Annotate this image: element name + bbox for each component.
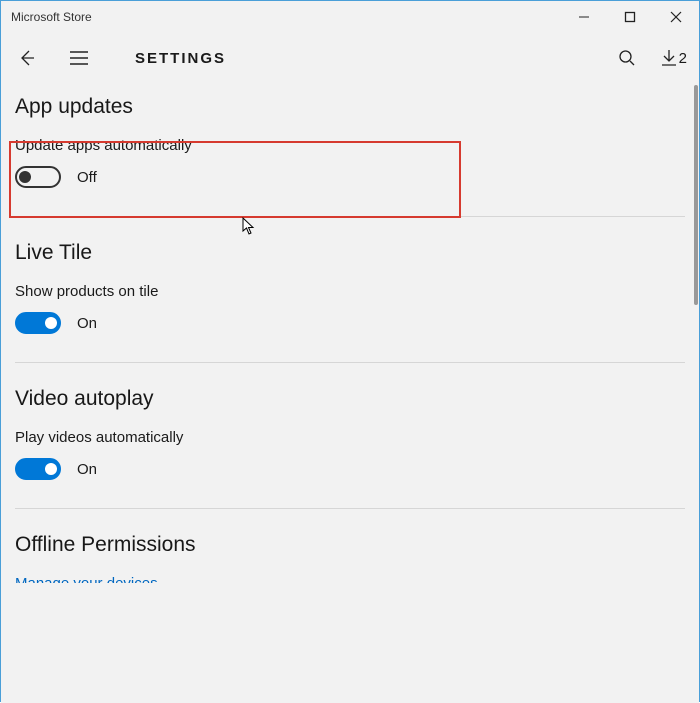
- window-titlebar: Microsoft Store: [1, 1, 699, 33]
- toggle-state-play-videos: On: [77, 461, 97, 478]
- section-heading-video-autoplay: Video autoplay: [15, 387, 685, 411]
- hamburger-menu-button[interactable]: [65, 44, 93, 72]
- downloads-button[interactable]: 2: [661, 49, 687, 67]
- toggle-play-videos-automatically[interactable]: [15, 458, 61, 480]
- downloads-count: 2: [679, 50, 687, 67]
- back-button[interactable]: [13, 44, 41, 72]
- section-heading-offline-permissions: Offline Permissions: [15, 533, 685, 557]
- content-area: App updates Update apps automatically Of…: [1, 83, 699, 703]
- setting-label-update-apps: Update apps automatically: [15, 137, 685, 154]
- page-title: SETTINGS: [135, 50, 226, 67]
- search-button[interactable]: [613, 44, 641, 72]
- section-heading-app-updates: App updates: [15, 95, 685, 119]
- manage-devices-link[interactable]: Manage your devices: [15, 575, 685, 583]
- toggle-update-apps-automatically[interactable]: [15, 166, 61, 188]
- toggle-show-products-on-tile[interactable]: [15, 312, 61, 334]
- minimize-button[interactable]: [561, 1, 607, 33]
- divider: [15, 508, 685, 509]
- scrollbar[interactable]: [694, 85, 698, 305]
- toggle-state-show-products: On: [77, 315, 97, 332]
- maximize-button[interactable]: [607, 1, 653, 33]
- window-title: Microsoft Store: [11, 10, 561, 24]
- divider: [15, 362, 685, 363]
- toggle-state-update-apps: Off: [77, 169, 97, 186]
- section-heading-live-tile: Live Tile: [15, 241, 685, 265]
- setting-label-show-products: Show products on tile: [15, 283, 685, 300]
- close-button[interactable]: [653, 1, 699, 33]
- app-header: SETTINGS 2: [1, 33, 699, 83]
- divider: [15, 216, 685, 217]
- setting-label-play-videos: Play videos automatically: [15, 429, 685, 446]
